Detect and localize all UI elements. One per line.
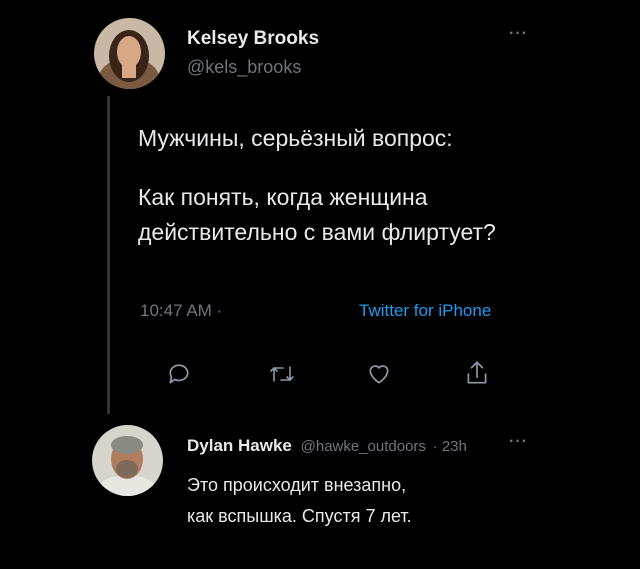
author-handle[interactable]: @kels_brooks xyxy=(187,57,301,78)
reply-header: Dylan Hawke @hawke_outdoors · 23h xyxy=(187,436,467,456)
author-name[interactable]: Kelsey Brooks xyxy=(187,28,319,50)
reply-author-handle[interactable]: @hawke_outdoors xyxy=(301,438,426,455)
reply-text-line-2: как вспышка. Спустя 7 лет. xyxy=(187,506,412,526)
share-icon[interactable] xyxy=(464,359,490,387)
retweet-icon[interactable] xyxy=(268,361,296,387)
like-icon[interactable] xyxy=(366,361,392,387)
reply-icon[interactable] xyxy=(166,361,192,387)
tweet-time[interactable]: 10:47 AM · xyxy=(140,301,222,321)
reply-author-name[interactable]: Dylan Hawke xyxy=(187,436,292,455)
avatar-kelsey-brooks[interactable] xyxy=(94,18,165,89)
more-options-icon[interactable]: ··· xyxy=(509,25,528,43)
thread-line xyxy=(107,96,110,414)
reply-text-line-1: Это происходит внезапно, xyxy=(187,475,407,495)
reply-age[interactable]: · 23h xyxy=(433,438,467,455)
avatar-kelsey-brooks-image xyxy=(94,18,165,89)
tweet-text-line-3: действительно с вами флиртует? xyxy=(138,219,496,245)
tweet-source[interactable]: Twitter for iPhone xyxy=(359,301,491,321)
tweet-text-line-1: Мужчины, серьёзный вопрос: xyxy=(138,125,453,151)
avatar-dylan-hawke-image xyxy=(92,425,163,496)
reply-more-options-icon[interactable]: ··· xyxy=(509,433,528,451)
avatar-dylan-hawke[interactable] xyxy=(92,425,163,496)
tweet-text-line-2: Как понять, когда женщина xyxy=(138,184,428,210)
